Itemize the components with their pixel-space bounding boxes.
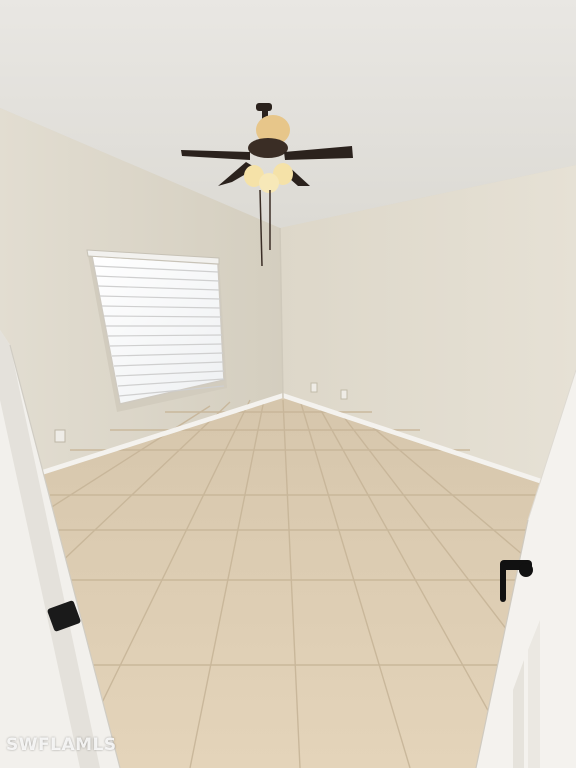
watermark: SWFLAMLS	[6, 735, 117, 755]
room-illustration	[0, 0, 576, 768]
room-photo: SWFLAMLS	[0, 0, 576, 768]
outlet-left	[54, 429, 66, 443]
outlet-back-2	[340, 389, 348, 400]
outlet-back-1	[310, 382, 318, 393]
